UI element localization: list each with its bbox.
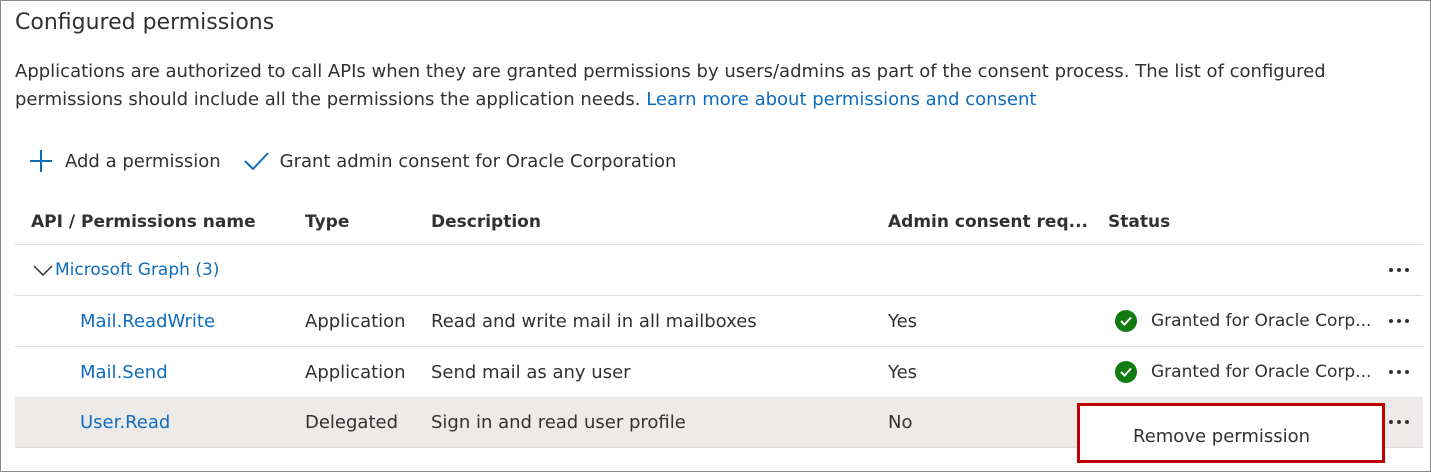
group-more-button[interactable] <box>1383 245 1415 295</box>
header-admin-consent[interactable]: Admin consent req... <box>888 200 1088 244</box>
permission-description: Send mail as any user <box>431 361 631 383</box>
permission-type: Application <box>305 310 406 332</box>
toolbar: Add a permission Grant admin consent for… <box>28 146 676 176</box>
check-circle-icon <box>1115 361 1137 383</box>
table-header: API / Permissions name Type Description … <box>15 200 1423 245</box>
header-status[interactable]: Status <box>1108 200 1170 244</box>
chevron-down-icon <box>33 265 53 277</box>
page-title: Configured permissions <box>15 10 275 35</box>
grant-admin-consent-label: Grant admin consent for Oracle Corporati… <box>279 150 677 172</box>
more-icon <box>1389 319 1409 323</box>
group-label[interactable]: Microsoft Graph (3) <box>55 260 219 280</box>
header-description[interactable]: Description <box>431 200 541 244</box>
add-permission-button[interactable]: Add a permission <box>28 148 221 174</box>
add-permission-label: Add a permission <box>65 150 221 172</box>
status-text: Granted for Oracle Corp... <box>1151 311 1372 331</box>
check-circle-icon <box>1115 310 1137 332</box>
permission-name[interactable]: User.Read <box>80 412 170 433</box>
row-more-button[interactable] <box>1383 347 1415 397</box>
permission-name[interactable]: Mail.Send <box>80 362 168 383</box>
more-icon <box>1389 268 1409 272</box>
status-text: Granted for Oracle Corp... <box>1151 362 1372 382</box>
table-row: Mail.Send Application Send mail as any u… <box>15 347 1423 398</box>
remove-permission-menu-item[interactable]: Remove permission <box>1133 426 1310 447</box>
permission-description: Read and write mail in all mailboxes <box>431 310 757 332</box>
permission-type: Application <box>305 361 406 383</box>
admin-consent-value: Yes <box>888 361 918 383</box>
checkmark-icon <box>243 152 269 171</box>
status-cell: Granted for Oracle Corp... <box>1115 347 1371 397</box>
row-more-button[interactable] <box>1383 296 1415 346</box>
header-api[interactable]: API / Permissions name <box>31 200 256 244</box>
header-type[interactable]: Type <box>305 200 349 244</box>
description: Applications are authorized to call APIs… <box>15 58 1415 114</box>
permission-name[interactable]: Mail.ReadWrite <box>80 311 215 332</box>
grant-admin-consent-button[interactable]: Grant admin consent for Oracle Corporati… <box>243 148 677 174</box>
table-row: Mail.ReadWrite Application Read and writ… <box>15 296 1423 347</box>
row-more-button[interactable] <box>1383 397 1415 447</box>
admin-consent-value: Yes <box>888 310 918 332</box>
group-toggle[interactable]: Microsoft Graph (3) <box>33 245 219 295</box>
learn-more-link[interactable]: Learn more about permissions and consent <box>646 89 1036 110</box>
permission-description: Sign in and read user profile <box>431 411 686 433</box>
more-icon <box>1389 420 1409 424</box>
status-cell: Granted for Oracle Corp... <box>1115 296 1371 346</box>
context-menu: Remove permission <box>1077 403 1385 463</box>
more-icon <box>1389 370 1409 374</box>
plus-icon <box>30 150 52 172</box>
permission-type: Delegated <box>305 411 399 433</box>
admin-consent-value: No <box>888 411 913 433</box>
group-row: Microsoft Graph (3) <box>15 245 1423 296</box>
